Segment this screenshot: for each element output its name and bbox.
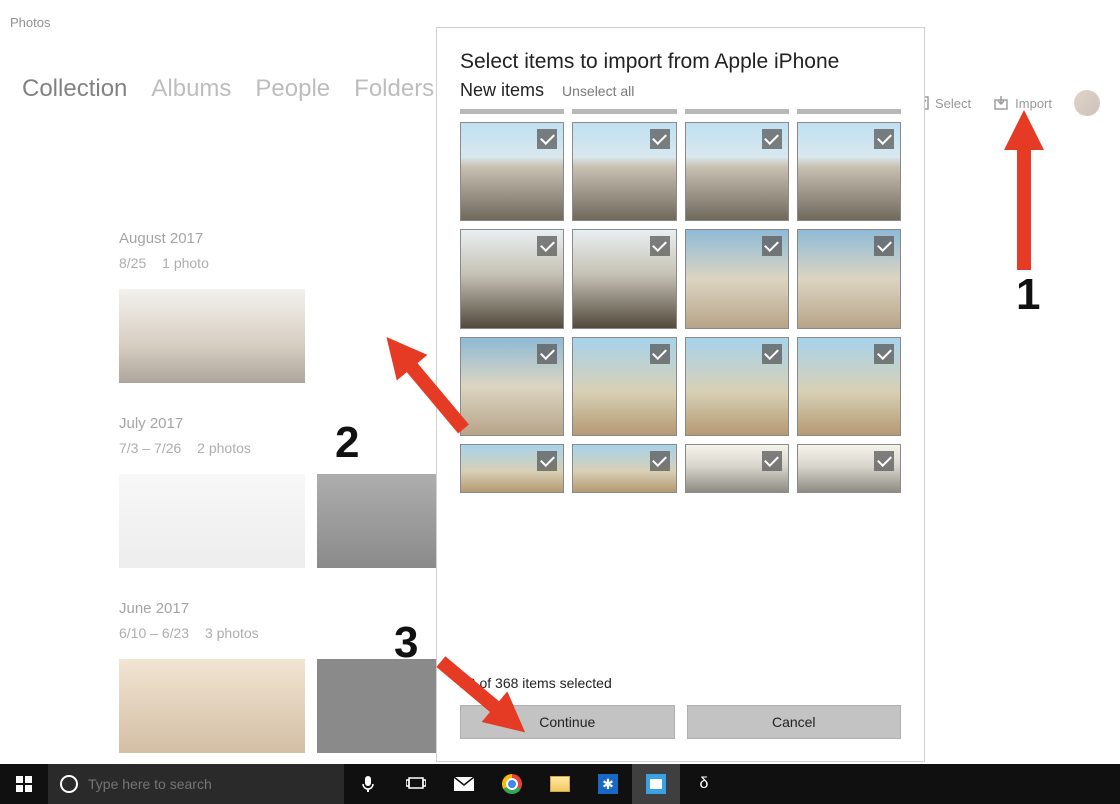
import-item[interactable]: [460, 229, 564, 328]
tab-people[interactable]: People: [255, 75, 330, 103]
tab-albums[interactable]: Albums: [151, 75, 231, 103]
group-count: 1 photo: [162, 255, 209, 271]
import-label: Import: [1015, 96, 1052, 111]
checkbox-icon[interactable]: [537, 236, 557, 256]
import-item[interactable]: [572, 444, 676, 493]
import-dialog: Select items to import from Apple iPhone…: [436, 27, 925, 762]
start-button[interactable]: [0, 764, 48, 804]
scroll-indicator: [572, 109, 676, 114]
taskbar-app-chrome[interactable]: [488, 764, 536, 804]
scroll-indicator: [460, 109, 564, 114]
checkbox-icon[interactable]: [650, 451, 670, 471]
import-item[interactable]: [797, 337, 901, 436]
import-item[interactable]: [797, 444, 901, 493]
toolbar-right: Select Import: [915, 90, 1100, 116]
group-count: 2 photos: [197, 440, 251, 456]
import-icon: [993, 95, 1009, 111]
taskbar-app-settings[interactable]: ✱: [584, 764, 632, 804]
mic-button[interactable]: [344, 764, 392, 804]
checkbox-icon[interactable]: [537, 451, 557, 471]
checkbox-icon[interactable]: [650, 344, 670, 364]
scroll-indicator: [797, 109, 901, 114]
import-item[interactable]: [797, 229, 901, 328]
import-item[interactable]: [572, 122, 676, 221]
avatar[interactable]: [1074, 90, 1100, 116]
taskbar: ✱ δ: [0, 764, 1120, 804]
photo-thumbnail[interactable]: [119, 659, 305, 753]
dialog-subtitle: New items: [460, 80, 544, 101]
taskbar-app-explorer[interactable]: [536, 764, 584, 804]
group-date-range: 7/3 – 7/26: [119, 440, 181, 456]
import-button[interactable]: Import: [993, 95, 1052, 111]
import-item[interactable]: [797, 122, 901, 221]
import-item[interactable]: [685, 444, 789, 493]
cortana-icon: [60, 775, 78, 793]
checkbox-icon[interactable]: [874, 236, 894, 256]
group-date-range: 6/10 – 6/23: [119, 625, 189, 641]
annotation-arrow-1: [999, 110, 1049, 275]
checkbox-icon[interactable]: [537, 344, 557, 364]
group-count: 3 photos: [205, 625, 259, 641]
import-item[interactable]: [572, 337, 676, 436]
dialog-title: Select items to import from Apple iPhone: [460, 50, 901, 74]
import-item[interactable]: [685, 229, 789, 328]
photo-thumbnail[interactable]: [119, 289, 305, 383]
checkbox-icon[interactable]: [650, 129, 670, 149]
tab-collection[interactable]: Collection: [22, 75, 127, 103]
taskbar-app-mail[interactable]: [440, 764, 488, 804]
unselect-all-link[interactable]: Unselect all: [562, 83, 634, 99]
app-title-text: Photos: [10, 15, 50, 30]
checkbox-icon[interactable]: [874, 451, 894, 471]
group-date-range: 8/25: [119, 255, 146, 271]
import-item[interactable]: [460, 444, 564, 493]
import-item[interactable]: [685, 122, 789, 221]
checkbox-icon[interactable]: [874, 344, 894, 364]
taskbar-app-other[interactable]: δ: [680, 764, 728, 804]
scroll-indicator: [685, 109, 789, 114]
import-item[interactable]: [460, 337, 564, 436]
photo-thumbnail[interactable]: [119, 474, 305, 568]
taskbar-search[interactable]: [48, 764, 344, 804]
checkbox-icon[interactable]: [537, 129, 557, 149]
task-view-button[interactable]: [392, 764, 440, 804]
taskbar-app-photos[interactable]: [632, 764, 680, 804]
select-label: Select: [935, 96, 971, 111]
tab-folders[interactable]: Folders: [354, 75, 434, 103]
checkbox-icon[interactable]: [650, 236, 670, 256]
checkbox-icon[interactable]: [762, 129, 782, 149]
search-input[interactable]: [88, 776, 344, 792]
checkbox-icon[interactable]: [762, 451, 782, 471]
main-nav: Collection Albums People Folders: [22, 75, 434, 103]
import-item[interactable]: [460, 122, 564, 221]
cancel-button[interactable]: Cancel: [687, 705, 902, 739]
checkbox-icon[interactable]: [874, 129, 894, 149]
annotation-label-1: 1: [1016, 270, 1040, 320]
import-item[interactable]: [685, 337, 789, 436]
selection-status: 23 of 368 items selected: [437, 661, 924, 705]
continue-button[interactable]: Continue: [460, 705, 675, 739]
import-item[interactable]: [572, 229, 676, 328]
checkbox-icon[interactable]: [762, 344, 782, 364]
import-thumbnail-grid[interactable]: [437, 101, 924, 661]
checkbox-icon[interactable]: [762, 236, 782, 256]
